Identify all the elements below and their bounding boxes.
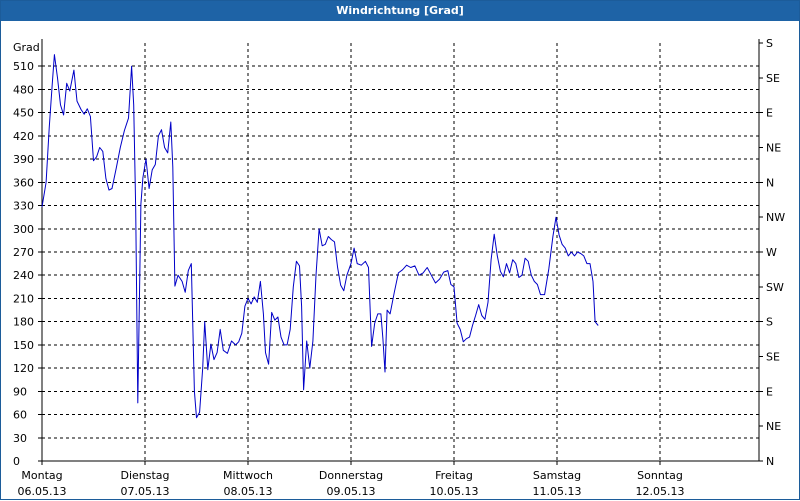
x-tick-label-day: Sonntag xyxy=(637,469,683,482)
right-axis-label: NW xyxy=(766,211,785,224)
right-axis-label: SW xyxy=(766,281,784,294)
right-axis-label: SE xyxy=(766,351,780,364)
x-tick-label-date: 11.05.13 xyxy=(533,485,582,498)
chart-canvas: Grad 0 30 60 90 120 150 180 210 240 270 300 330 360 3… xyxy=(13,37,785,498)
chart-window: Windrichtung [Grad] Grad 0 30 60 90 120 150 18… xyxy=(0,0,800,500)
x-tick-label-date: 08.05.13 xyxy=(224,485,273,498)
y-tick-label: 90 xyxy=(13,385,27,398)
y-tick-label: 240 xyxy=(13,269,34,282)
x-tick-label-day: Samstag xyxy=(533,469,581,482)
y-tick-label: 210 xyxy=(13,292,34,305)
right-axis-label: SE xyxy=(766,72,780,85)
y-tick-label: 300 xyxy=(13,223,34,236)
y-tick-label: 420 xyxy=(13,130,34,143)
right-axis-label: NE xyxy=(766,420,781,433)
y-tick-label: 180 xyxy=(13,316,34,329)
x-tick-label-date: 10.05.13 xyxy=(430,485,479,498)
y-tick-label: 480 xyxy=(13,83,34,96)
y-tick-label: 0 xyxy=(13,455,20,468)
y-tick-label: 360 xyxy=(13,176,34,189)
y-tick-label: 270 xyxy=(13,246,34,259)
y-tick-label: 450 xyxy=(13,107,34,120)
y-tick-label: 120 xyxy=(13,362,34,375)
x-tick-label-date: 07.05.13 xyxy=(121,485,170,498)
right-axis-label: S xyxy=(766,316,773,329)
x-tick-label-day: Dienstag xyxy=(120,469,169,482)
y-axis-title: Grad xyxy=(13,41,40,54)
right-axis-label: N xyxy=(766,176,774,189)
wind-direction-series-line xyxy=(41,54,599,419)
x-tick-label-day: Mittwoch xyxy=(223,469,273,482)
right-axis-label: E xyxy=(766,385,773,398)
x-tick-label-day: Donnerstag xyxy=(319,469,383,482)
x-tick-label-date: 12.05.13 xyxy=(636,485,685,498)
y-tick-label: 510 xyxy=(13,60,34,73)
series-layer xyxy=(41,54,599,419)
right-axis-label: NE xyxy=(766,142,781,155)
y-tick-label: 390 xyxy=(13,153,34,166)
x-tick-label-day: Montag xyxy=(21,469,62,482)
y-tick-label: 150 xyxy=(13,339,34,352)
y-tick-label: 60 xyxy=(13,409,27,422)
y-tick-label: 30 xyxy=(13,432,27,445)
right-axis-label: S xyxy=(766,37,773,50)
right-axis-label: W xyxy=(766,246,777,259)
x-tick-label-date: 06.05.13 xyxy=(18,485,67,498)
x-tick-label-date: 09.05.13 xyxy=(327,485,376,498)
x-tick-label-day: Freitag xyxy=(435,469,473,482)
grid-layer xyxy=(42,43,759,461)
right-axis-label: N xyxy=(766,455,774,468)
right-axis-label: E xyxy=(766,107,773,120)
y-tick-label: 330 xyxy=(13,200,34,213)
